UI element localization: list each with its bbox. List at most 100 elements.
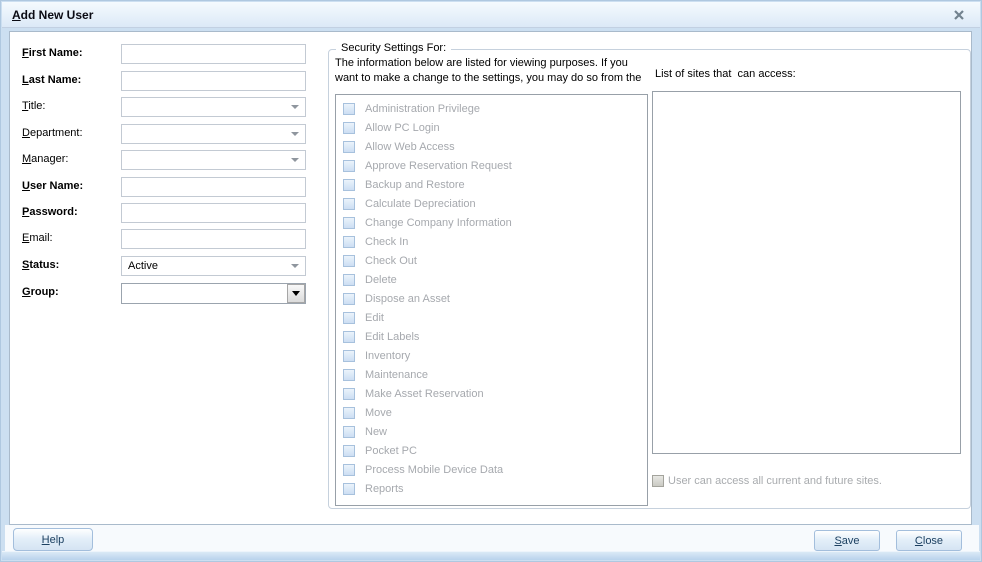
privilege-checkbox[interactable] xyxy=(343,349,355,362)
privilege-checkbox[interactable] xyxy=(343,368,355,381)
close-button-label: Close xyxy=(914,534,944,547)
form-row-password: Password: xyxy=(15,203,311,224)
privilege-item[interactable]: Pocket PC xyxy=(336,441,647,460)
privilege-item[interactable]: Edit Labels xyxy=(336,327,647,346)
chevron-down-icon xyxy=(291,158,299,162)
privilege-item[interactable]: Delete xyxy=(336,270,647,289)
privilege-checkbox[interactable] xyxy=(343,311,355,324)
privilege-checkbox[interactable] xyxy=(343,235,355,248)
privilege-checkbox[interactable] xyxy=(343,140,355,153)
privilege-label: Process Mobile Device Data xyxy=(365,463,504,476)
privilege-label: Make Asset Reservation xyxy=(365,387,484,400)
form-row-title: Title: xyxy=(15,97,311,118)
security-description: The information below are listed for vie… xyxy=(335,56,641,86)
privilege-label: Edit Labels xyxy=(365,330,420,343)
user-name-label: User Name: xyxy=(22,180,84,192)
form-row-user-name: User Name: xyxy=(15,177,311,198)
privilege-checkbox[interactable] xyxy=(343,463,355,476)
title-select[interactable] xyxy=(121,97,306,117)
add-new-user-dialog: Add New User First Name: Last Name: Titl… xyxy=(0,0,982,562)
security-description-line1: The information below are listed for vie… xyxy=(335,57,628,69)
privilege-item[interactable]: Approve Reservation Request xyxy=(336,156,647,175)
security-settings-groupbox: Security Settings For: The information b… xyxy=(328,42,971,509)
privilege-checkbox[interactable] xyxy=(343,273,355,286)
close-icon[interactable] xyxy=(951,7,966,22)
privilege-checkbox[interactable] xyxy=(343,387,355,400)
privilege-checkbox[interactable] xyxy=(343,102,355,115)
privilege-checkbox[interactable] xyxy=(343,159,355,172)
privilege-checkbox[interactable] xyxy=(343,425,355,438)
privilege-item[interactable]: Reports xyxy=(336,479,647,498)
privilege-label: New xyxy=(365,425,388,438)
close-icon-glyph xyxy=(953,9,964,20)
chevron-down-icon xyxy=(291,264,299,268)
group-dropdown-button[interactable] xyxy=(287,284,305,303)
first-name-input[interactable] xyxy=(121,44,306,64)
privilege-item[interactable]: Make Asset Reservation xyxy=(336,384,647,403)
chevron-down-icon xyxy=(292,291,300,296)
dialog-client-area: First Name: Last Name: Title: Department… xyxy=(9,31,972,525)
privilege-label: Dispose an Asset xyxy=(365,292,450,305)
privilege-checkbox[interactable] xyxy=(343,121,355,134)
department-label: Department: xyxy=(22,127,83,139)
form-row-first-name: First Name: xyxy=(15,44,311,65)
dialog-bottom-frame xyxy=(2,551,980,560)
sites-list-label: List of sites that can access: xyxy=(655,68,796,80)
privileges-list: Administration Privilege Allow PC Login Al… xyxy=(335,94,648,506)
help-button[interactable]: Help xyxy=(13,528,93,551)
first-name-label: First Name: xyxy=(22,47,83,59)
privilege-label: Change Company Information xyxy=(365,216,512,229)
close-button[interactable]: Close xyxy=(896,530,962,551)
title-label: Title: xyxy=(22,100,46,112)
privilege-checkbox[interactable] xyxy=(343,482,355,495)
last-name-label: Last Name: xyxy=(22,74,82,86)
privilege-checkbox[interactable] xyxy=(343,178,355,191)
privilege-checkbox[interactable] xyxy=(343,406,355,419)
privilege-label: Check In xyxy=(365,235,409,248)
privilege-item[interactable]: Maintenance xyxy=(336,365,647,384)
dialog-title: Add New User xyxy=(12,7,94,22)
privilege-checkbox[interactable] xyxy=(343,330,355,343)
privilege-item[interactable]: Backup and Restore xyxy=(336,175,647,194)
privilege-item[interactable]: Allow PC Login xyxy=(336,118,647,137)
privilege-item[interactable]: Inventory xyxy=(336,346,647,365)
privilege-item[interactable]: Allow Web Access xyxy=(336,137,647,156)
privilege-item[interactable]: Calculate Depreciation xyxy=(336,194,647,213)
save-button[interactable]: Save xyxy=(814,530,880,551)
privilege-item[interactable]: Move xyxy=(336,403,647,422)
form-row-email: Email: xyxy=(15,229,311,250)
privilege-label: Calculate Depreciation xyxy=(365,197,476,210)
status-select[interactable]: Active xyxy=(121,256,306,276)
privilege-checkbox[interactable] xyxy=(343,292,355,305)
titlebar[interactable]: Add New User xyxy=(2,2,980,28)
sites-listbox[interactable] xyxy=(652,91,961,454)
privilege-label: Allow Web Access xyxy=(365,140,455,153)
privilege-item[interactable]: Edit xyxy=(336,308,647,327)
status-label: Status: xyxy=(22,259,60,271)
manager-select[interactable] xyxy=(121,150,306,170)
form-row-manager: Manager: xyxy=(15,150,311,171)
privilege-checkbox[interactable] xyxy=(343,254,355,267)
department-select[interactable] xyxy=(121,124,306,144)
privilege-label: Backup and Restore xyxy=(365,178,465,191)
group-select[interactable] xyxy=(121,283,306,304)
user-name-input[interactable] xyxy=(121,177,306,197)
password-input[interactable] xyxy=(121,203,306,223)
all-sites-checkbox[interactable] xyxy=(652,475,664,487)
privilege-item[interactable]: Check In xyxy=(336,232,647,251)
email-field[interactable] xyxy=(121,229,306,249)
privilege-item[interactable]: Check Out xyxy=(336,251,647,270)
privilege-item[interactable]: Process Mobile Device Data xyxy=(336,460,647,479)
privilege-checkbox[interactable] xyxy=(343,197,355,210)
privilege-item[interactable]: Change Company Information xyxy=(336,213,647,232)
privilege-item[interactable]: New xyxy=(336,422,647,441)
last-name-input[interactable] xyxy=(121,71,306,91)
form-row-last-name: Last Name: xyxy=(15,71,311,92)
privilege-checkbox[interactable] xyxy=(343,444,355,457)
form-row-status: Status: Active xyxy=(15,256,311,277)
privilege-label: Reports xyxy=(365,482,404,495)
privilege-item[interactable]: Dispose an Asset xyxy=(336,289,647,308)
privilege-checkbox[interactable] xyxy=(343,216,355,229)
privilege-item[interactable]: Administration Privilege xyxy=(336,99,647,118)
email-label: Email: xyxy=(22,232,53,244)
